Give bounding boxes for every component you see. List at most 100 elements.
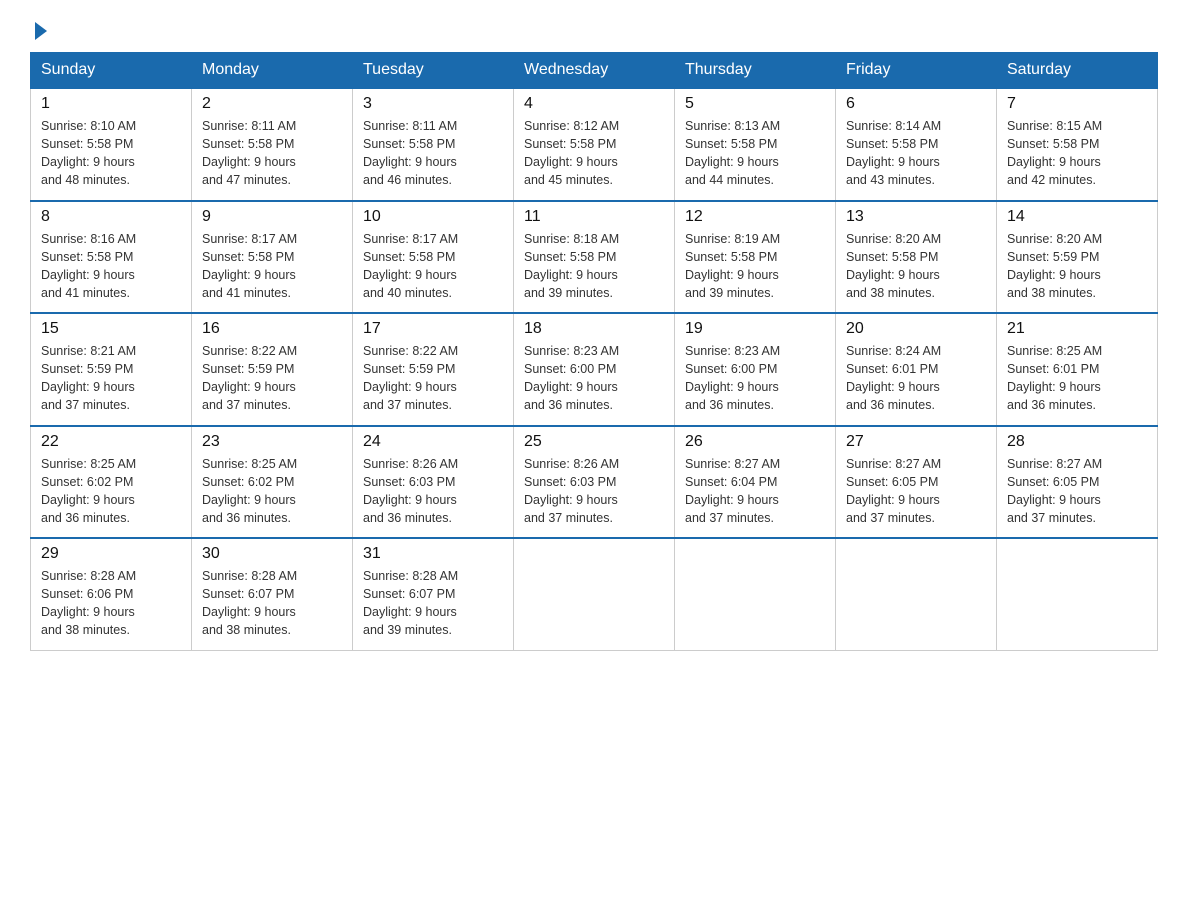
- day-info: Sunrise: 8:14 AMSunset: 5:58 PMDaylight:…: [846, 117, 986, 190]
- calendar-day-cell: 19 Sunrise: 8:23 AMSunset: 6:00 PMDayligh…: [675, 313, 836, 426]
- day-info: Sunrise: 8:11 AMSunset: 5:58 PMDaylight:…: [202, 117, 342, 190]
- day-number: 3: [363, 95, 503, 113]
- calendar-day-cell: [836, 538, 997, 650]
- day-info: Sunrise: 8:13 AMSunset: 5:58 PMDaylight:…: [685, 117, 825, 190]
- day-of-week-header: Tuesday: [353, 53, 514, 89]
- day-info: Sunrise: 8:10 AMSunset: 5:58 PMDaylight:…: [41, 117, 181, 190]
- day-number: 25: [524, 433, 664, 451]
- calendar-day-cell: 17 Sunrise: 8:22 AMSunset: 5:59 PMDayligh…: [353, 313, 514, 426]
- day-info: Sunrise: 8:22 AMSunset: 5:59 PMDaylight:…: [363, 342, 503, 415]
- calendar-day-cell: 23 Sunrise: 8:25 AMSunset: 6:02 PMDayligh…: [192, 426, 353, 539]
- calendar-day-cell: 11 Sunrise: 8:18 AMSunset: 5:58 PMDayligh…: [514, 201, 675, 314]
- day-number: 23: [202, 433, 342, 451]
- calendar-day-cell: 31Sunrise: 8:28 AMSunset: 6:07 PMDayligh…: [353, 538, 514, 650]
- day-number: 15: [41, 320, 181, 338]
- calendar-day-cell: 9 Sunrise: 8:17 AMSunset: 5:58 PMDaylight…: [192, 201, 353, 314]
- day-info: Sunrise: 8:25 AMSunset: 6:02 PMDaylight:…: [41, 455, 181, 528]
- day-info: Sunrise: 8:18 AMSunset: 5:58 PMDaylight:…: [524, 230, 664, 303]
- day-of-week-header: Friday: [836, 53, 997, 89]
- calendar-day-cell: 21 Sunrise: 8:25 AMSunset: 6:01 PMDayligh…: [997, 313, 1158, 426]
- day-info: Sunrise: 8:25 AMSunset: 6:01 PMDaylight:…: [1007, 342, 1147, 415]
- day-of-week-header: Wednesday: [514, 53, 675, 89]
- day-of-week-header: Saturday: [997, 53, 1158, 89]
- day-info: Sunrise: 8:12 AMSunset: 5:58 PMDaylight:…: [524, 117, 664, 190]
- day-info: Sunrise: 8:19 AMSunset: 5:58 PMDaylight:…: [685, 230, 825, 303]
- day-number: 14: [1007, 208, 1147, 226]
- calendar-day-cell: 30Sunrise: 8:28 AMSunset: 6:07 PMDayligh…: [192, 538, 353, 650]
- day-number: 20: [846, 320, 986, 338]
- day-info: Sunrise: 8:27 AMSunset: 6:05 PMDaylight:…: [846, 455, 986, 528]
- calendar-day-cell: 26 Sunrise: 8:27 AMSunset: 6:04 PMDayligh…: [675, 426, 836, 539]
- calendar-day-cell: 29 Sunrise: 8:28 AMSunset: 6:06 PMDayligh…: [31, 538, 192, 650]
- day-number: 17: [363, 320, 503, 338]
- day-number: 9: [202, 208, 342, 226]
- day-info: Sunrise: 8:28 AMSunset: 6:06 PMDaylight:…: [41, 567, 181, 640]
- page-header: [30, 20, 1158, 34]
- day-number: 6: [846, 95, 986, 113]
- day-of-week-header: Sunday: [31, 53, 192, 89]
- day-info: Sunrise: 8:16 AMSunset: 5:58 PMDaylight:…: [41, 230, 181, 303]
- day-number: 24: [363, 433, 503, 451]
- day-number: 5: [685, 95, 825, 113]
- day-number: 18: [524, 320, 664, 338]
- day-info: Sunrise: 8:27 AMSunset: 6:04 PMDaylight:…: [685, 455, 825, 528]
- calendar-day-cell: 4 Sunrise: 8:12 AMSunset: 5:58 PMDaylight…: [514, 88, 675, 201]
- calendar-day-cell: 28Sunrise: 8:27 AMSunset: 6:05 PMDayligh…: [997, 426, 1158, 539]
- calendar-day-cell: 25Sunrise: 8:26 AMSunset: 6:03 PMDayligh…: [514, 426, 675, 539]
- day-info: Sunrise: 8:26 AMSunset: 6:03 PMDaylight:…: [363, 455, 503, 528]
- calendar-day-cell: 14 Sunrise: 8:20 AMSunset: 5:59 PMDayligh…: [997, 201, 1158, 314]
- calendar-day-cell: 6 Sunrise: 8:14 AMSunset: 5:58 PMDaylight…: [836, 88, 997, 201]
- calendar-table: SundayMondayTuesdayWednesdayThursdayFrid…: [30, 52, 1158, 651]
- day-number: 26: [685, 433, 825, 451]
- day-number: 19: [685, 320, 825, 338]
- day-number: 13: [846, 208, 986, 226]
- day-info: Sunrise: 8:28 AMSunset: 6:07 PMDaylight:…: [202, 567, 342, 640]
- day-info: Sunrise: 8:20 AMSunset: 5:58 PMDaylight:…: [846, 230, 986, 303]
- day-of-week-header: Thursday: [675, 53, 836, 89]
- day-info: Sunrise: 8:17 AMSunset: 5:58 PMDaylight:…: [363, 230, 503, 303]
- day-number: 7: [1007, 95, 1147, 113]
- calendar-day-cell: 16 Sunrise: 8:22 AMSunset: 5:59 PMDayligh…: [192, 313, 353, 426]
- calendar-day-cell: 10 Sunrise: 8:17 AMSunset: 5:58 PMDayligh…: [353, 201, 514, 314]
- day-number: 27: [846, 433, 986, 451]
- day-number: 12: [685, 208, 825, 226]
- day-info: Sunrise: 8:23 AMSunset: 6:00 PMDaylight:…: [524, 342, 664, 415]
- calendar-day-cell: 22 Sunrise: 8:25 AMSunset: 6:02 PMDayligh…: [31, 426, 192, 539]
- day-number: 16: [202, 320, 342, 338]
- calendar-week-row: 22 Sunrise: 8:25 AMSunset: 6:02 PMDayligh…: [31, 426, 1158, 539]
- day-info: Sunrise: 8:25 AMSunset: 6:02 PMDaylight:…: [202, 455, 342, 528]
- calendar-day-cell: 20Sunrise: 8:24 AMSunset: 6:01 PMDayligh…: [836, 313, 997, 426]
- calendar-day-cell: 1 Sunrise: 8:10 AMSunset: 5:58 PMDaylight…: [31, 88, 192, 201]
- calendar-week-row: 1 Sunrise: 8:10 AMSunset: 5:58 PMDaylight…: [31, 88, 1158, 201]
- logo-arrow-icon: [35, 22, 47, 40]
- day-info: Sunrise: 8:20 AMSunset: 5:59 PMDaylight:…: [1007, 230, 1147, 303]
- day-of-week-header: Monday: [192, 53, 353, 89]
- day-info: Sunrise: 8:22 AMSunset: 5:59 PMDaylight:…: [202, 342, 342, 415]
- calendar-day-cell: [514, 538, 675, 650]
- day-info: Sunrise: 8:23 AMSunset: 6:00 PMDaylight:…: [685, 342, 825, 415]
- calendar-day-cell: 15 Sunrise: 8:21 AMSunset: 5:59 PMDayligh…: [31, 313, 192, 426]
- calendar-day-cell: 12 Sunrise: 8:19 AMSunset: 5:58 PMDayligh…: [675, 201, 836, 314]
- day-number: 21: [1007, 320, 1147, 338]
- calendar-day-cell: 2 Sunrise: 8:11 AMSunset: 5:58 PMDaylight…: [192, 88, 353, 201]
- day-number: 8: [41, 208, 181, 226]
- calendar-day-cell: [997, 538, 1158, 650]
- calendar-day-cell: 3 Sunrise: 8:11 AMSunset: 5:58 PMDaylight…: [353, 88, 514, 201]
- day-number: 2: [202, 95, 342, 113]
- day-number: 22: [41, 433, 181, 451]
- day-info: Sunrise: 8:17 AMSunset: 5:58 PMDaylight:…: [202, 230, 342, 303]
- calendar-day-cell: 24 Sunrise: 8:26 AMSunset: 6:03 PMDayligh…: [353, 426, 514, 539]
- day-info: Sunrise: 8:15 AMSunset: 5:58 PMDaylight:…: [1007, 117, 1147, 190]
- day-info: Sunrise: 8:21 AMSunset: 5:59 PMDaylight:…: [41, 342, 181, 415]
- day-number: 31: [363, 545, 503, 563]
- day-number: 11: [524, 208, 664, 226]
- calendar-header-row: SundayMondayTuesdayWednesdayThursdayFrid…: [31, 53, 1158, 89]
- day-number: 4: [524, 95, 664, 113]
- day-number: 1: [41, 95, 181, 113]
- day-number: 29: [41, 545, 181, 563]
- day-info: Sunrise: 8:11 AMSunset: 5:58 PMDaylight:…: [363, 117, 503, 190]
- calendar-week-row: 29 Sunrise: 8:28 AMSunset: 6:06 PMDayligh…: [31, 538, 1158, 650]
- logo-general-text: [30, 20, 47, 40]
- calendar-day-cell: 13 Sunrise: 8:20 AMSunset: 5:58 PMDayligh…: [836, 201, 997, 314]
- day-number: 10: [363, 208, 503, 226]
